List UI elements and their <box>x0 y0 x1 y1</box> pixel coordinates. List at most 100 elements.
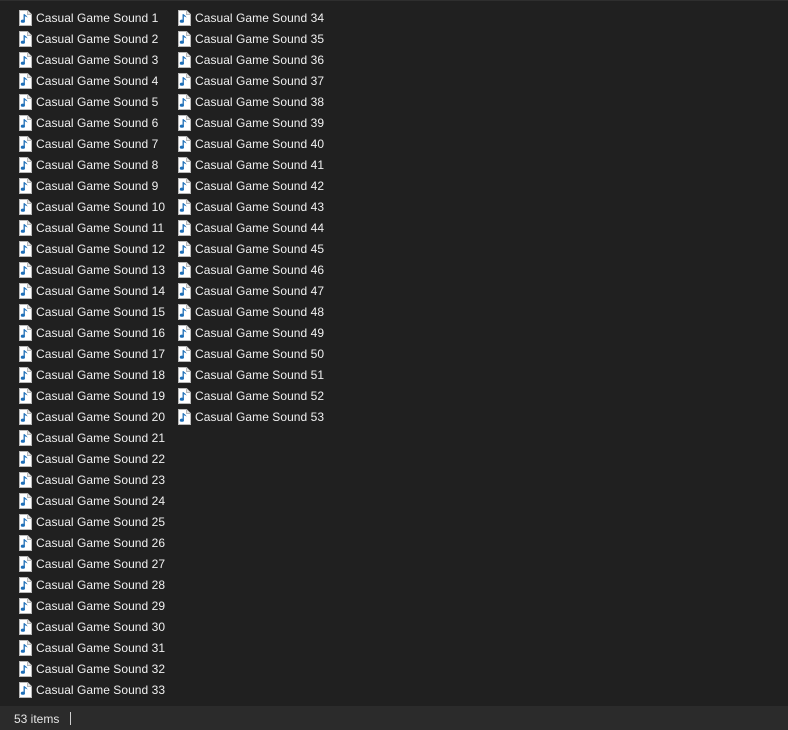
audio-file-icon <box>178 72 195 89</box>
file-item[interactable]: Casual Game Sound 50 <box>178 343 337 364</box>
audio-file-icon <box>19 177 36 194</box>
file-item[interactable]: Casual Game Sound 4 <box>19 70 178 91</box>
file-item[interactable]: Casual Game Sound 44 <box>178 217 337 238</box>
file-item[interactable]: Casual Game Sound 41 <box>178 154 337 175</box>
status-divider <box>70 712 72 725</box>
audio-file-icon <box>19 72 36 89</box>
file-name: Casual Game Sound 33 <box>36 682 166 697</box>
file-item[interactable]: Casual Game Sound 46 <box>178 259 337 280</box>
file-list-view[interactable]: Casual Game Sound 1 Casual Game Sound 2 Ca… <box>0 1 788 706</box>
file-item[interactable]: Casual Game Sound 17 <box>19 343 178 364</box>
file-item[interactable]: Casual Game Sound 9 <box>19 175 178 196</box>
file-item[interactable]: Casual Game Sound 19 <box>19 385 178 406</box>
file-item[interactable]: Casual Game Sound 40 <box>178 133 337 154</box>
file-name: Casual Game Sound 16 <box>36 325 166 340</box>
file-item[interactable]: Casual Game Sound 6 <box>19 112 178 133</box>
file-item[interactable]: Casual Game Sound 16 <box>19 322 178 343</box>
file-item[interactable]: Casual Game Sound 30 <box>19 616 178 637</box>
file-item[interactable]: Casual Game Sound 20 <box>19 406 178 427</box>
status-bar: 53 items <box>0 706 788 730</box>
file-name: Casual Game Sound 42 <box>195 178 325 193</box>
file-item[interactable]: Casual Game Sound 25 <box>19 511 178 532</box>
audio-file-icon <box>178 114 195 131</box>
file-name: Casual Game Sound 1 <box>36 10 159 25</box>
item-count-label: 53 items <box>14 711 60 726</box>
audio-file-icon <box>19 198 36 215</box>
file-item[interactable]: Casual Game Sound 47 <box>178 280 337 301</box>
file-item[interactable]: Casual Game Sound 1 <box>19 7 178 28</box>
file-item[interactable]: Casual Game Sound 36 <box>178 49 337 70</box>
audio-file-icon <box>19 345 36 362</box>
file-item[interactable]: Casual Game Sound 22 <box>19 448 178 469</box>
audio-file-icon <box>19 9 36 26</box>
file-item[interactable]: Casual Game Sound 33 <box>19 679 178 700</box>
file-item[interactable]: Casual Game Sound 24 <box>19 490 178 511</box>
file-item[interactable]: Casual Game Sound 27 <box>19 553 178 574</box>
file-item[interactable]: Casual Game Sound 39 <box>178 112 337 133</box>
audio-file-icon <box>19 366 36 383</box>
file-item[interactable]: Casual Game Sound 26 <box>19 532 178 553</box>
audio-file-icon <box>178 219 195 236</box>
file-item[interactable]: Casual Game Sound 42 <box>178 175 337 196</box>
file-item[interactable]: Casual Game Sound 10 <box>19 196 178 217</box>
audio-file-icon <box>19 492 36 509</box>
file-item[interactable]: Casual Game Sound 13 <box>19 259 178 280</box>
audio-file-icon <box>19 303 36 320</box>
audio-file-icon <box>178 156 195 173</box>
file-item[interactable]: Casual Game Sound 48 <box>178 301 337 322</box>
file-name: Casual Game Sound 45 <box>195 241 325 256</box>
file-item[interactable]: Casual Game Sound 12 <box>19 238 178 259</box>
file-item[interactable]: Casual Game Sound 5 <box>19 91 178 112</box>
audio-file-icon <box>178 303 195 320</box>
file-name: Casual Game Sound 43 <box>195 199 325 214</box>
file-item[interactable]: Casual Game Sound 14 <box>19 280 178 301</box>
file-item[interactable]: Casual Game Sound 23 <box>19 469 178 490</box>
file-item[interactable]: Casual Game Sound 49 <box>178 322 337 343</box>
audio-file-icon <box>178 9 195 26</box>
file-name: Casual Game Sound 39 <box>195 115 325 130</box>
file-item[interactable]: Casual Game Sound 51 <box>178 364 337 385</box>
file-item[interactable]: Casual Game Sound 7 <box>19 133 178 154</box>
file-name: Casual Game Sound 48 <box>195 304 325 319</box>
file-item[interactable]: Casual Game Sound 35 <box>178 28 337 49</box>
file-item[interactable]: Casual Game Sound 29 <box>19 595 178 616</box>
audio-file-icon <box>178 324 195 341</box>
audio-file-icon <box>19 555 36 572</box>
file-item[interactable]: Casual Game Sound 34 <box>178 7 337 28</box>
audio-file-icon <box>19 135 36 152</box>
file-name: Casual Game Sound 13 <box>36 262 166 277</box>
audio-file-icon <box>178 51 195 68</box>
file-name: Casual Game Sound 18 <box>36 367 166 382</box>
audio-file-icon <box>19 660 36 677</box>
file-name: Casual Game Sound 7 <box>36 136 159 151</box>
file-item[interactable]: Casual Game Sound 2 <box>19 28 178 49</box>
file-item[interactable]: Casual Game Sound 32 <box>19 658 178 679</box>
file-item[interactable]: Casual Game Sound 37 <box>178 70 337 91</box>
file-item[interactable]: Casual Game Sound 3 <box>19 49 178 70</box>
file-item[interactable]: Casual Game Sound 45 <box>178 238 337 259</box>
file-name: Casual Game Sound 17 <box>36 346 166 361</box>
file-item[interactable]: Casual Game Sound 31 <box>19 637 178 658</box>
file-item[interactable]: Casual Game Sound 53 <box>178 406 337 427</box>
file-explorer-window: Casual Game Sound 1 Casual Game Sound 2 Ca… <box>0 0 788 730</box>
audio-file-icon <box>19 30 36 47</box>
file-item[interactable]: Casual Game Sound 43 <box>178 196 337 217</box>
file-item[interactable]: Casual Game Sound 11 <box>19 217 178 238</box>
file-name: Casual Game Sound 21 <box>36 430 166 445</box>
file-name: Casual Game Sound 6 <box>36 115 159 130</box>
file-item[interactable]: Casual Game Sound 18 <box>19 364 178 385</box>
file-name: Casual Game Sound 15 <box>36 304 166 319</box>
file-name: Casual Game Sound 35 <box>195 31 325 46</box>
file-item[interactable]: Casual Game Sound 38 <box>178 91 337 112</box>
file-name: Casual Game Sound 2 <box>36 31 159 46</box>
file-name: Casual Game Sound 34 <box>195 10 325 25</box>
file-name: Casual Game Sound 37 <box>195 73 325 88</box>
file-item[interactable]: Casual Game Sound 21 <box>19 427 178 448</box>
file-item[interactable]: Casual Game Sound 15 <box>19 301 178 322</box>
file-item[interactable]: Casual Game Sound 28 <box>19 574 178 595</box>
file-name: Casual Game Sound 49 <box>195 325 325 340</box>
audio-file-icon <box>19 156 36 173</box>
file-item[interactable]: Casual Game Sound 52 <box>178 385 337 406</box>
file-item[interactable]: Casual Game Sound 8 <box>19 154 178 175</box>
file-name: Casual Game Sound 11 <box>36 220 165 235</box>
